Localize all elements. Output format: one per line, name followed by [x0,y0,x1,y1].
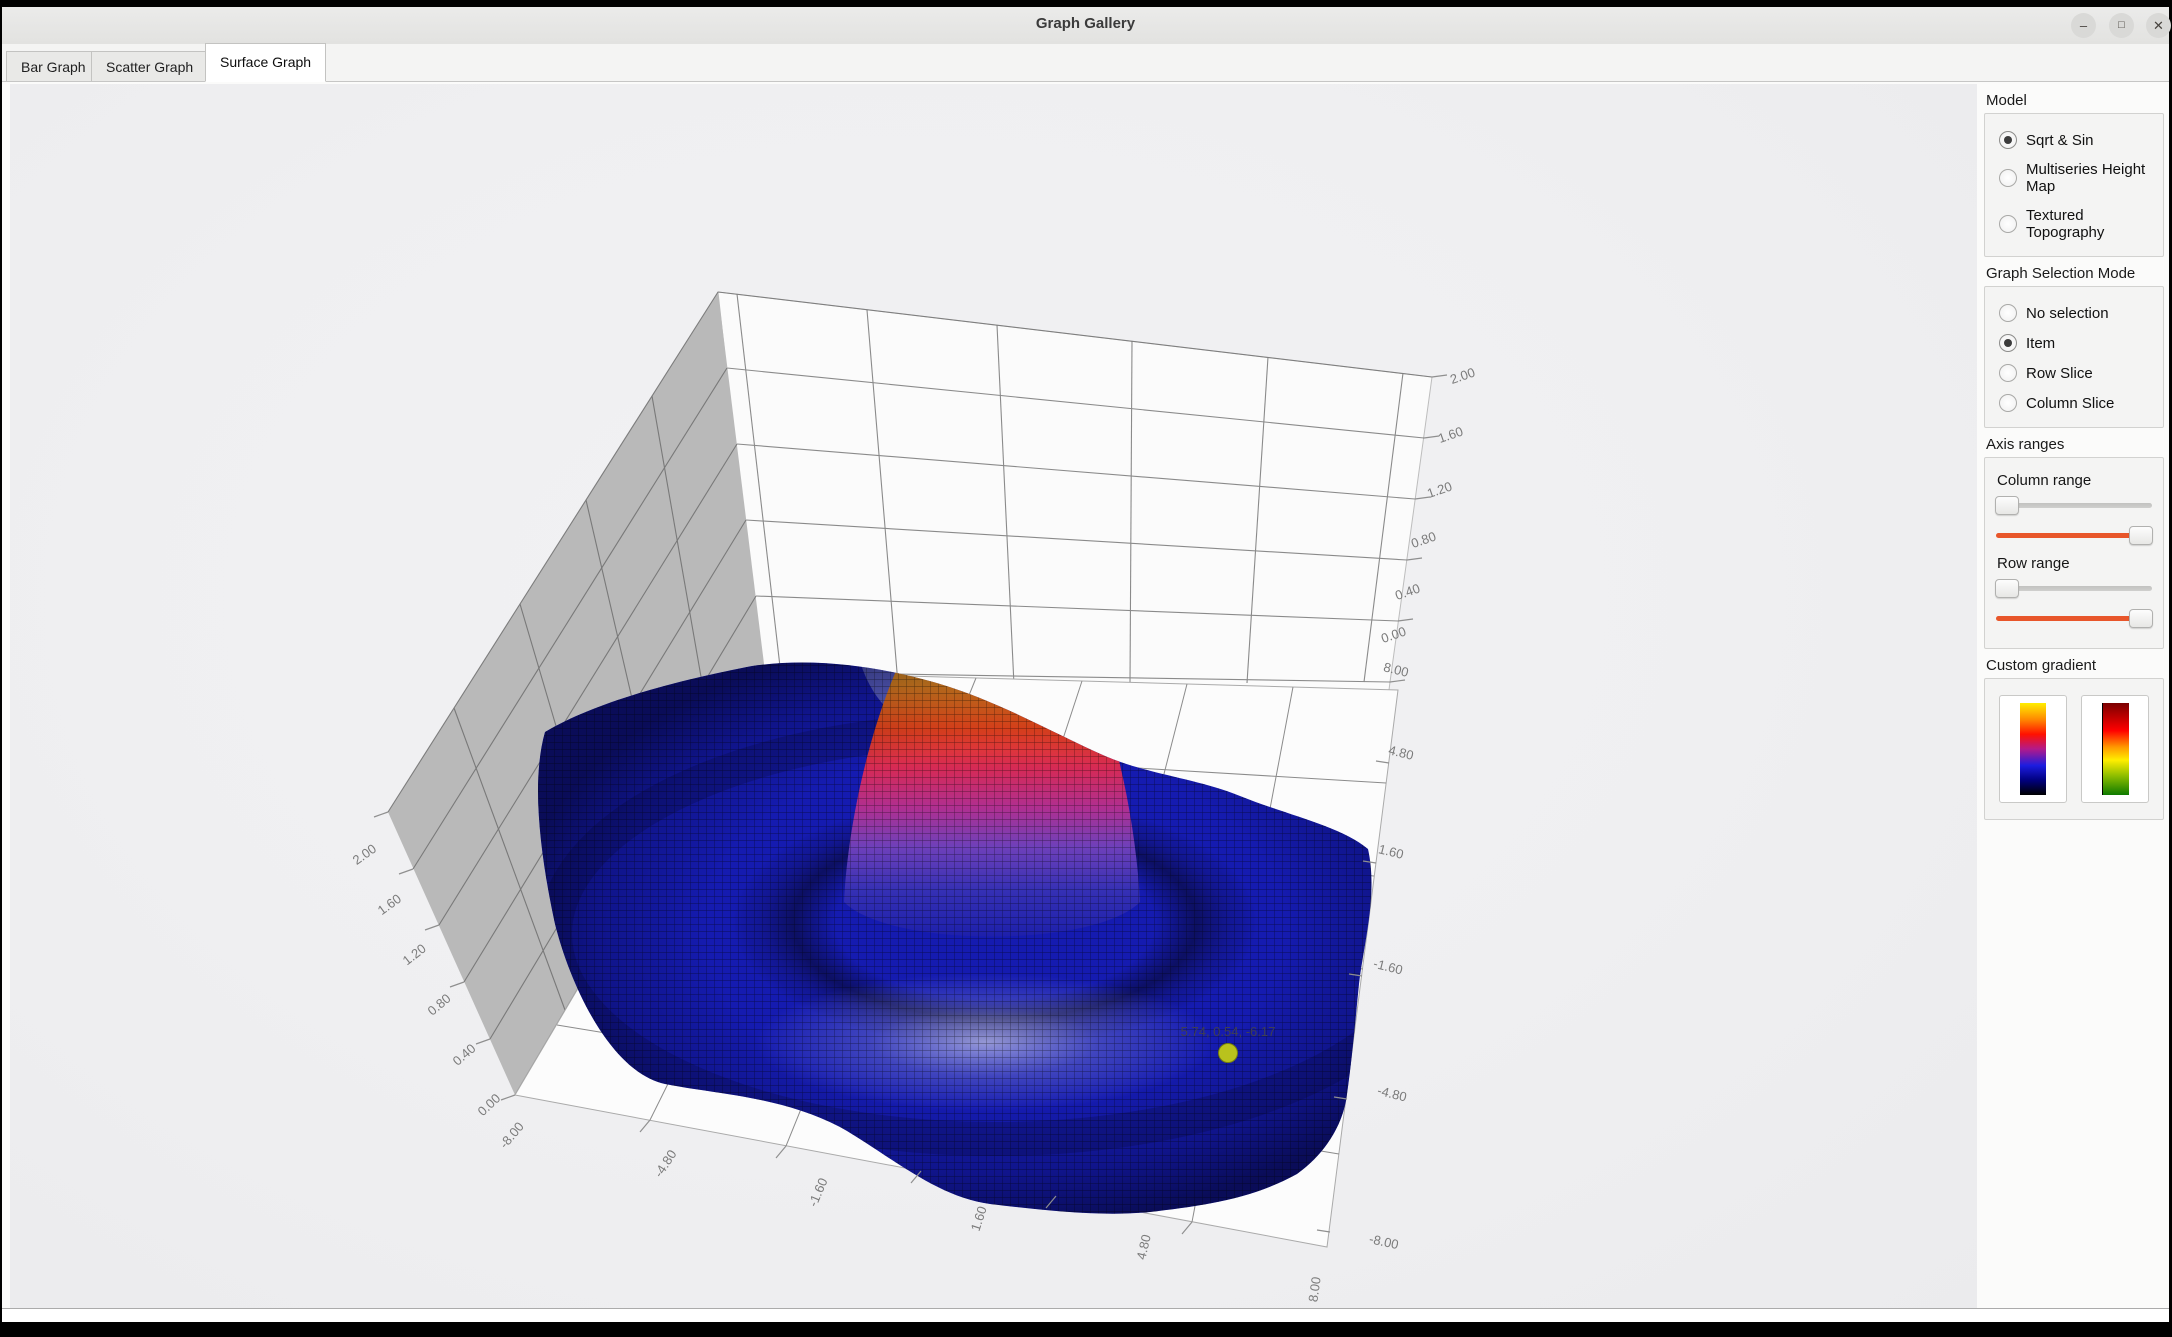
slider-handle[interactable] [1995,579,2019,598]
radio-icon[interactable] [1999,304,2017,322]
radio-textured-topography[interactable]: Textured Topography [1999,207,2155,241]
column-range-min-slider[interactable] [1995,495,2153,515]
tab-bar: Bar Graph Scatter Graph Surface Graph [2,44,2169,82]
radio-icon[interactable] [1999,364,2017,382]
maximize-button[interactable]: □ [2109,13,2134,38]
selected-point-marker [1219,1044,1238,1063]
radio-icon[interactable] [1999,169,2017,187]
axis-ranges-caption: Axis ranges [1986,436,2164,453]
radio-icon[interactable] [1999,215,2017,233]
row-range-max-slider[interactable] [1995,608,2153,628]
svg-text:2.00: 2.00 [350,841,379,868]
svg-text:1.60: 1.60 [1377,841,1405,862]
svg-text:-4.80: -4.80 [1376,1083,1408,1105]
axis-ranges-group: Column range Row range [1984,457,2164,649]
slider-handle[interactable] [2129,526,2153,545]
radio-row-slice[interactable]: Row Slice [1999,364,2155,382]
window-bottom-edge [2,1308,2169,1322]
svg-text:-1.60: -1.60 [1372,956,1404,978]
radio-multiseries-height-map[interactable]: Multiseries Height Map [1999,161,2155,195]
surface-plot-area[interactable]: 5.74, 0.54, -6.17 [10,84,1977,1318]
selected-point-label: 5.74, 0.54, -6.17 [1181,1024,1276,1039]
radio-column-slice[interactable]: Column Slice [1999,394,2155,412]
slider-handle[interactable] [1995,496,2019,515]
column-range-label: Column range [1997,472,2155,489]
svg-text:4.80: 4.80 [1133,1233,1153,1261]
window-title: Graph Gallery [2,15,2169,32]
radio-icon[interactable] [1999,131,2017,149]
tab-scatter-graph[interactable]: Scatter Graph [91,51,208,82]
svg-text:1.20: 1.20 [1425,479,1454,501]
svg-text:1.60: 1.60 [968,1204,990,1233]
slider-handle[interactable] [2129,609,2153,628]
svg-text:-8.00: -8.00 [496,1119,527,1151]
svg-text:0.80: 0.80 [1409,529,1438,551]
svg-text:0.80: 0.80 [425,991,454,1019]
gradient-swatch-yellow-red-blue-black[interactable] [1999,695,2067,803]
svg-text:1.20: 1.20 [400,941,429,968]
radio-icon[interactable] [1999,334,2017,352]
gradient-bar [2020,703,2046,795]
row-range-min-slider[interactable] [1995,578,2153,598]
close-button[interactable]: ✕ [2146,13,2171,38]
svg-text:-4.80: -4.80 [651,1147,680,1180]
svg-text:2.00: 2.00 [1448,365,1477,387]
svg-text:-8.00: -8.00 [1368,1231,1400,1252]
model-group: Sqrt & Sin Multiseries Height Map Textur… [1984,113,2164,257]
row-range-label: Row range [1997,555,2155,572]
gradient-bar [2102,703,2129,795]
custom-gradient-caption: Custom gradient [1986,657,2164,674]
surface-plot-canvas[interactable]: 5.74, 0.54, -6.17 [10,84,1977,1318]
settings-sidebar: Model Sqrt & Sin Multiseries Height Map … [1984,84,2164,820]
radio-sqrt-sin[interactable]: Sqrt & Sin [1999,131,2155,149]
selection-mode-group: No selection Item Row Slice Column Slice [1984,286,2164,428]
svg-text:1.60: 1.60 [1436,424,1465,446]
radio-icon[interactable] [1999,394,2017,412]
slider-track[interactable] [1996,503,2152,508]
radio-no-selection[interactable]: No selection [1999,304,2155,322]
tab-bar-graph[interactable]: Bar Graph [6,51,101,82]
svg-text:4.80: 4.80 [1387,742,1415,763]
svg-text:0.40: 0.40 [450,1041,479,1069]
svg-text:1.60: 1.60 [375,891,404,918]
model-caption: Model [1986,92,2164,109]
minimize-button[interactable]: – [2071,13,2096,38]
selection-mode-caption: Graph Selection Mode [1986,265,2164,282]
app-window: Graph Gallery – □ ✕ Bar Graph Scatter Gr… [2,7,2169,1322]
radio-item[interactable]: Item [1999,334,2155,352]
column-range-max-slider[interactable] [1995,525,2153,545]
svg-text:8.00: 8.00 [1305,1276,1323,1303]
tab-surface-graph[interactable]: Surface Graph [205,43,326,82]
svg-text:-1.60: -1.60 [805,1176,830,1209]
titlebar[interactable]: Graph Gallery – □ ✕ [2,7,2169,45]
svg-text:0.00: 0.00 [475,1091,504,1119]
gradient-swatch-darkred-red-yellow-green[interactable] [2081,695,2149,803]
slider-track[interactable] [1996,586,2152,591]
custom-gradient-group [1984,678,2164,820]
